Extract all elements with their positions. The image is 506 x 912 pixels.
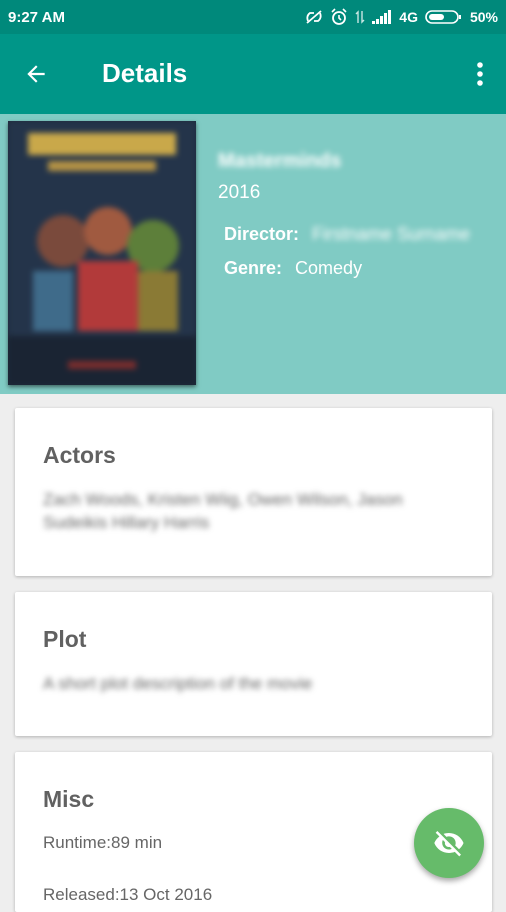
movie-header: Masterminds 2016 Director: Firstname Sur… (0, 114, 506, 394)
arrow-back-icon (27, 65, 45, 83)
movie-year: 2016 (218, 182, 261, 203)
misc-title: Misc (43, 786, 95, 812)
released-text: Released:13 Oct 2016 (43, 885, 213, 904)
sync-off-icon (305, 9, 323, 25)
status-icons: 4G 50% (305, 8, 498, 26)
battery-icon (425, 9, 463, 25)
alarm-icon (330, 8, 348, 26)
actors-text: Zach Woods, Kristen Wiig, Owen Wilson, J… (43, 490, 403, 532)
director-label: Director: (224, 224, 300, 244)
more-vert-icon (477, 62, 483, 86)
genre-label: Genre: (224, 258, 283, 278)
network-type: 4G (399, 9, 418, 25)
actors-title: Actors (43, 442, 116, 468)
plot-title: Plot (43, 626, 87, 652)
genre-row: Genre: Comedy (224, 258, 362, 279)
page-title: Details (102, 58, 188, 88)
movie-title: Masterminds (218, 150, 342, 172)
toggle-visibility-fab[interactable] (414, 808, 484, 878)
actors-card: Actors Zach Woods, Kristen Wiig, Owen Wi… (15, 408, 492, 576)
app-bar: Details (0, 34, 506, 114)
data-arrows-icon (355, 9, 365, 25)
status-bar: 9:27 AM 4G 50% (0, 0, 506, 34)
director-row: Director: Firstname Surname (224, 224, 470, 245)
battery-percent: 50% (469, 9, 498, 25)
movie-poster (8, 121, 196, 385)
signal-icon (372, 10, 392, 24)
director-value: Firstname Surname (312, 224, 471, 244)
back-button[interactable] (16, 54, 56, 94)
eye-off-icon (434, 831, 464, 857)
runtime-text: Runtime:89 min (43, 833, 163, 852)
plot-text: A short plot description of the movie (43, 674, 313, 693)
status-time: 9:27 AM (8, 9, 65, 26)
genre-value: Comedy (295, 258, 363, 278)
overflow-menu-button[interactable] (468, 56, 492, 92)
plot-card: Plot A short plot description of the mov… (15, 592, 492, 736)
